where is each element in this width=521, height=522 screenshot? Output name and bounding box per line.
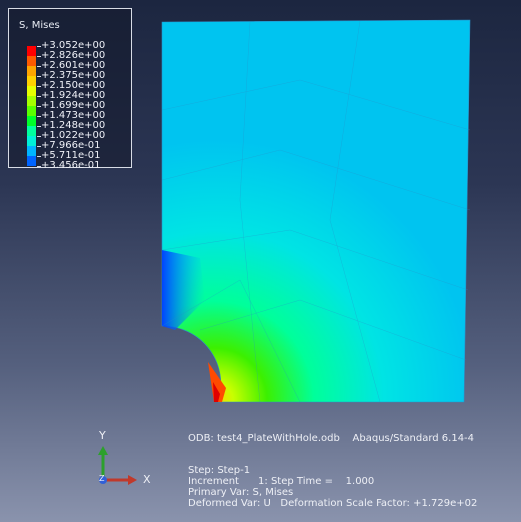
triad-y-label: Y	[99, 429, 106, 442]
legend-swatch	[27, 56, 36, 66]
legend-title: S, Mises	[19, 20, 60, 31]
legend-tick	[37, 116, 41, 117]
legend-value: +3.456e-01	[41, 160, 101, 171]
legend-swatch	[27, 106, 36, 116]
legend-swatch	[27, 116, 36, 126]
legend-tick	[37, 156, 41, 157]
legend-color-bar	[27, 46, 36, 166]
info-deformed-var: Deformed Var: U Deformation Scale Factor…	[188, 498, 478, 509]
legend-swatch	[27, 66, 36, 76]
info-increment: Increment 1: Step Time = 1.000	[188, 476, 375, 487]
legend-swatch	[27, 76, 36, 86]
legend-swatch	[27, 156, 36, 166]
legend-tick	[37, 96, 41, 97]
legend-tick	[37, 146, 41, 147]
legend-tick	[37, 56, 41, 57]
triad-z-label: Z	[99, 474, 105, 483]
legend-tick	[37, 86, 41, 87]
legend-swatch	[27, 86, 36, 96]
legend-swatch	[27, 146, 36, 156]
legend-swatch	[27, 46, 36, 56]
info-step: Step: Step-1	[188, 465, 251, 476]
legend-tick	[37, 76, 41, 77]
legend-swatch	[27, 96, 36, 106]
legend-swatch	[27, 136, 36, 146]
legend-tick	[37, 46, 41, 47]
legend-tick	[37, 66, 41, 67]
info-odb: ODB: test4_PlateWithHole.odb Abaqus/Stan…	[188, 433, 475, 444]
legend-tick	[37, 106, 41, 107]
legend-panel: S, Mises +3.052e+00 +2.826e+00 +2.601e+00 +…	[8, 8, 132, 171]
legend-tick	[37, 126, 41, 127]
info-primary-var: Primary Var: S, Mises	[188, 487, 294, 498]
legend-swatch	[27, 126, 36, 136]
legend-tick	[37, 166, 41, 167]
triad-x-label: X	[143, 473, 151, 486]
legend-tick	[37, 136, 41, 137]
